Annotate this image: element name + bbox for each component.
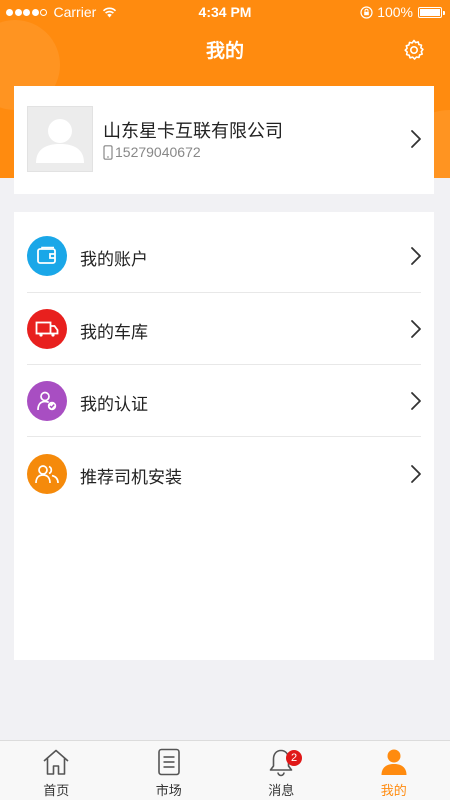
- users-icon: [27, 454, 67, 494]
- page-title: 我的: [205, 40, 244, 62]
- menu-item-account[interactable]: 我的账户: [14, 220, 434, 292]
- wallet-icon: [27, 236, 67, 276]
- phone-number: 15279040672: [115, 144, 201, 160]
- verified-user-icon: [27, 381, 67, 421]
- profile-page: Carrier 4:34 PM 100% 我的 山东星卡互联有限公司 15279…: [0, 0, 450, 800]
- divider: [27, 436, 421, 437]
- chevron-right-icon: [411, 320, 421, 338]
- company-name: 山东星卡互联有限公司: [103, 121, 283, 142]
- truck-icon: [27, 309, 67, 349]
- phone-row: 15279040672: [103, 144, 201, 160]
- tab-label: 消息: [268, 784, 295, 799]
- user-icon: [381, 749, 407, 775]
- menu-item-label: 推荐司机安装: [80, 468, 182, 488]
- gear-icon[interactable]: [402, 38, 426, 62]
- menu-item-label: 我的车库: [80, 323, 148, 343]
- menu-card: 我的账户 我的车库 我的认证 推荐司机安装: [14, 212, 434, 660]
- tab-label: 我的: [380, 784, 407, 799]
- menu-item-verification[interactable]: 我的认证: [14, 365, 434, 437]
- menu-item-garage[interactable]: 我的车库: [14, 293, 434, 365]
- profile-card[interactable]: 山东星卡互联有限公司 15279040672: [14, 86, 434, 194]
- status-bar: Carrier 4:34 PM 100%: [0, 0, 450, 24]
- chevron-right-icon: [411, 247, 421, 265]
- chevron-right-icon: [411, 130, 421, 148]
- chevron-right-icon: [411, 465, 421, 483]
- battery-icon: [418, 6, 445, 18]
- tab-mine[interactable]: 我的: [338, 741, 450, 800]
- default-avatar-icon: [27, 106, 93, 172]
- status-right: 100%: [360, 4, 445, 20]
- chevron-right-icon: [411, 392, 421, 410]
- tab-home[interactable]: 首页: [0, 741, 113, 800]
- mobile-phone-icon: [103, 144, 113, 160]
- tab-label: 市场: [155, 784, 182, 799]
- menu-item-label: 我的认证: [80, 395, 148, 415]
- orientation-lock-icon: [360, 5, 373, 19]
- tab-market[interactable]: 市场: [113, 741, 226, 800]
- home-icon: [43, 749, 69, 775]
- menu-item-recommend-driver[interactable]: 推荐司机安装: [14, 438, 434, 510]
- battery-percent: 100%: [377, 4, 413, 20]
- tab-messages[interactable]: 2 消息: [225, 741, 338, 800]
- tab-bar: 首页 市场 2 消息 我的: [0, 740, 450, 800]
- menu-item-label: 我的账户: [80, 250, 148, 270]
- tab-label: 首页: [43, 784, 70, 799]
- market-list-icon: [157, 748, 180, 776]
- unread-badge: 2: [286, 750, 302, 766]
